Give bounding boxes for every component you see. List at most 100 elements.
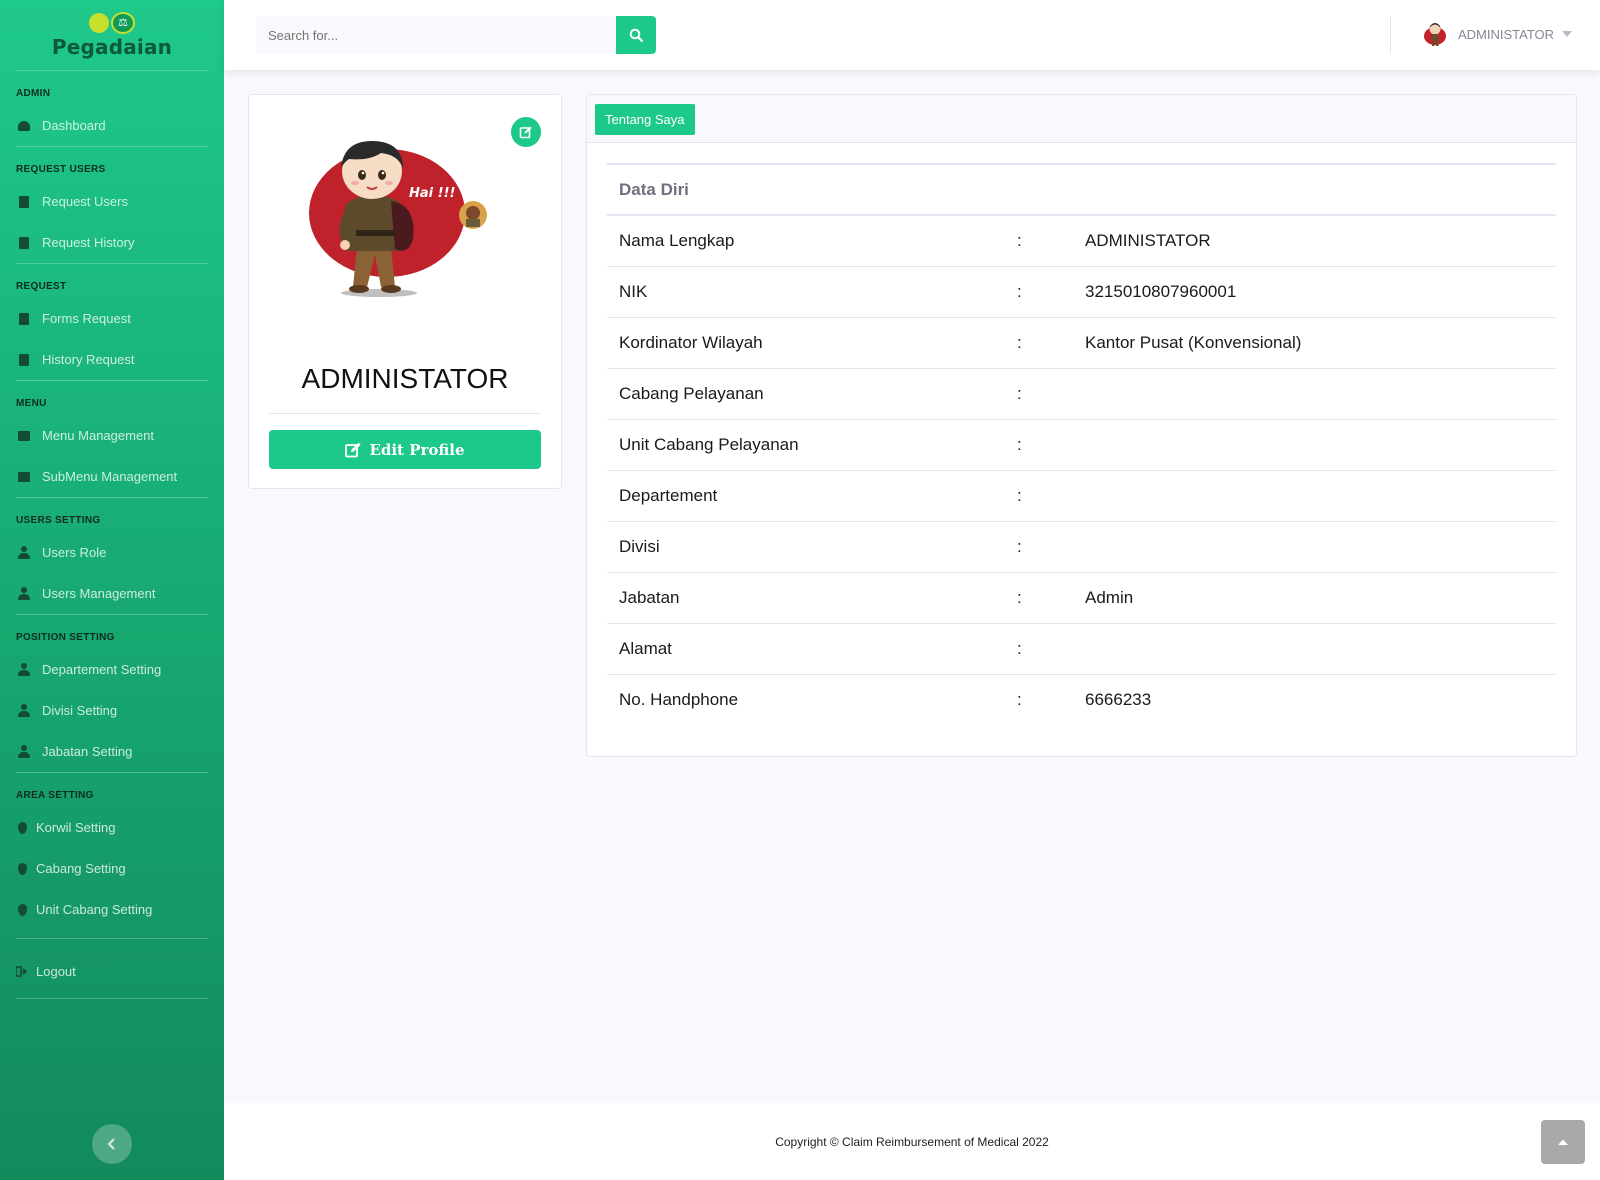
brand[interactable]: ⚖ Pegadaian	[0, 0, 224, 70]
user-tie-icon	[18, 546, 30, 559]
sidebar-item-label: Jabatan Setting	[42, 744, 133, 759]
chevron-up-icon	[1558, 1139, 1568, 1145]
field-value	[1073, 520, 1556, 572]
sidebar-item-departement-setting[interactable]: Departement Setting	[0, 649, 224, 690]
table-row: Kordinator Wilayah: Kantor Pusat (Konvens…	[607, 316, 1556, 368]
field-label: Nama Lengkap	[607, 214, 1017, 266]
logout-button[interactable]: Logout	[0, 951, 224, 992]
profile-avatar-image: Hai !!!	[309, 141, 487, 297]
table-row: Alamat:	[607, 622, 1556, 674]
sidebar-item-label: Menu Management	[42, 428, 155, 443]
table-row: Jabatan: Admin	[607, 571, 1556, 623]
sidebar-item-label: Users Role	[42, 545, 107, 560]
table-row: Departement:	[607, 469, 1556, 521]
sidebar-toggle-button[interactable]	[92, 1124, 132, 1164]
sidebar-item-divisi-setting[interactable]: Divisi Setting	[0, 690, 224, 731]
table-row: Unit Cabang Pelayanan:	[607, 418, 1556, 470]
sidebar-section-position-setting: POSITION SETTING Departement Setting Div…	[0, 615, 224, 772]
book-icon	[19, 353, 29, 366]
edit-avatar-button[interactable]	[511, 117, 541, 147]
personal-data-table: Data Diri Nama Lengkap: ADMINISTATOR NIK:3…	[607, 163, 1556, 725]
field-value: 6666233	[1073, 673, 1556, 725]
edit-icon	[519, 126, 532, 139]
sidebar-item-forms-request[interactable]: Forms Request	[0, 298, 224, 339]
field-separator: :	[1017, 265, 1073, 317]
sidebar-item-label: History Request	[42, 352, 135, 367]
search-icon	[629, 28, 643, 42]
field-label: Kordinator Wilayah	[607, 316, 1017, 368]
field-separator: :	[1017, 673, 1073, 725]
field-value: Kantor Pusat (Konvensional)	[1073, 316, 1556, 368]
dashboard-icon	[18, 120, 30, 131]
sidebar-item-unit-cabang-setting[interactable]: Unit Cabang Setting	[0, 889, 224, 930]
map-marker-icon	[17, 862, 27, 875]
table-row: Divisi:	[607, 520, 1556, 572]
field-label: NIK	[607, 265, 1017, 317]
folder-open-icon	[18, 471, 30, 482]
field-separator: :	[1017, 571, 1073, 623]
sidebar-item-label: Request Users	[42, 194, 128, 209]
sidebar-heading: AREA SETTING	[16, 790, 94, 801]
field-value: 3215010807960001	[1073, 265, 1556, 317]
sidebar-item-label: Korwil Setting	[36, 820, 116, 835]
logout-label: Logout	[36, 964, 76, 979]
sidebar-heading: REQUEST USERS	[16, 164, 106, 175]
sidebar-item-users-management[interactable]: Users Management	[0, 573, 224, 614]
sidebar-item-label: Forms Request	[42, 311, 131, 326]
field-label: Alamat	[607, 622, 1017, 674]
field-label: Unit Cabang Pelayanan	[607, 418, 1017, 470]
sidebar-item-korwil-setting[interactable]: Korwil Setting	[0, 807, 224, 848]
field-label: Divisi	[607, 520, 1017, 572]
search-button[interactable]	[616, 16, 656, 54]
field-value: ADMINISTATOR	[1073, 214, 1556, 266]
sidebar-heading: MENU	[16, 398, 47, 409]
sidebar-item-dashboard[interactable]: Dashboard	[0, 105, 224, 146]
sidebar-item-history-request[interactable]: History Request	[0, 339, 224, 380]
field-separator: :	[1017, 469, 1073, 521]
sidebar-section-users-setting: USERS SETTING Users Role Users Managemen…	[0, 498, 224, 614]
sidebar-section-menu: MENU Menu Management SubMenu Management	[0, 381, 224, 497]
edit-profile-button[interactable]: Edit Profile	[269, 430, 541, 469]
pegadaian-logo-icon: ⚖	[89, 11, 135, 34]
search-bar	[256, 16, 656, 54]
sidebar-heading: USERS SETTING	[16, 515, 101, 526]
table-row: No. Handphone:6666233	[607, 673, 1556, 725]
divider	[269, 413, 541, 414]
scroll-to-top-button[interactable]	[1541, 1120, 1585, 1164]
sidebar-item-request-users[interactable]: Request Users	[0, 181, 224, 222]
chevron-left-icon	[107, 1138, 115, 1150]
tab-tentang-saya[interactable]: Tentang Saya	[595, 104, 695, 135]
sidebar-item-cabang-setting[interactable]: Cabang Setting	[0, 848, 224, 889]
topbar-divider	[1390, 16, 1391, 54]
field-label: Departement	[607, 469, 1017, 521]
sidebar-item-jabatan-setting[interactable]: Jabatan Setting	[0, 731, 224, 772]
topbar: ADMINISTATOR	[224, 0, 1600, 70]
field-label: Cabang Pelayanan	[607, 367, 1017, 419]
sidebar-heading: REQUEST	[16, 281, 67, 292]
sidebar-item-label: Request History	[42, 235, 135, 250]
book-icon	[19, 312, 29, 325]
bubble-text: Hai !!!	[409, 186, 455, 201]
sidebar-item-submenu-management[interactable]: SubMenu Management	[0, 456, 224, 497]
user-dropdown[interactable]: ADMINISTATOR	[1422, 20, 1573, 48]
sidebar-section-request-users: REQUEST USERS Request Users Request Hist…	[0, 147, 224, 263]
table-row: Nama Lengkap: ADMINISTATOR	[607, 214, 1556, 266]
footer: Copyright © Claim Reimbursement of Medic…	[224, 1103, 1600, 1180]
sidebar-item-users-role[interactable]: Users Role	[0, 532, 224, 573]
field-label: No. Handphone	[607, 673, 1017, 725]
avatar	[1422, 20, 1450, 48]
user-name: ADMINISTATOR	[1458, 26, 1555, 42]
profile-card: Hai !!! ADMINISTATOR Edit Profile	[248, 94, 562, 489]
field-separator: :	[1017, 520, 1073, 572]
field-value	[1073, 622, 1556, 674]
book-icon	[19, 195, 29, 208]
sidebar-item-label: Departement Setting	[42, 662, 162, 677]
edit-profile-label: Edit Profile	[369, 440, 465, 459]
sidebar-item-menu-management[interactable]: Menu Management	[0, 415, 224, 456]
field-value	[1073, 469, 1556, 521]
about-card-header: Tentang Saya	[587, 95, 1576, 143]
edit-icon	[345, 442, 362, 457]
sidebar-section-admin: ADMIN Dashboard	[0, 71, 224, 146]
search-input[interactable]	[256, 16, 616, 54]
sidebar-item-request-history[interactable]: Request History	[0, 222, 224, 263]
